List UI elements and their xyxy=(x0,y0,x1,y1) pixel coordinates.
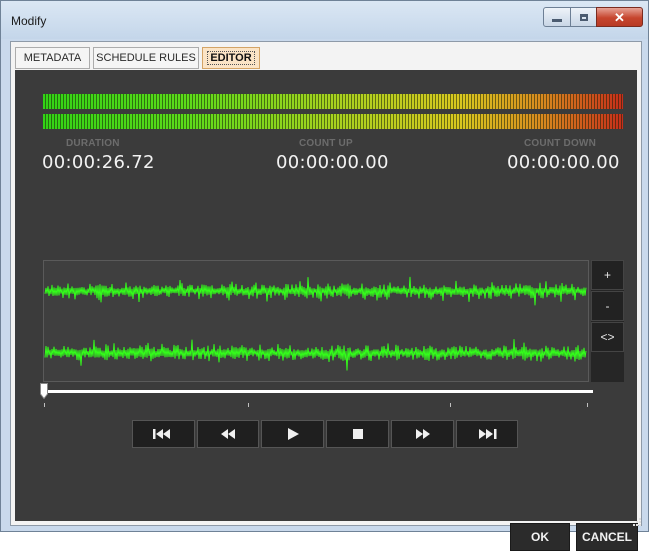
position-track[interactable] xyxy=(43,390,593,393)
play-button[interactable] xyxy=(261,420,324,448)
tab-editor-label: EDITOR xyxy=(207,51,255,65)
count-down-value: 00:00:00.00 xyxy=(507,152,620,173)
skip-to-start-button[interactable] xyxy=(132,420,195,448)
skip-forward-icon xyxy=(479,429,497,439)
rewind-button[interactable] xyxy=(197,420,259,448)
window-title: Modify xyxy=(11,14,47,28)
close-button[interactable]: ✕ xyxy=(596,7,643,27)
duration-value: 00:00:26.72 xyxy=(42,152,155,173)
position-slider-handle[interactable] xyxy=(40,383,48,399)
waveform-channel-right xyxy=(44,339,587,371)
zoom-out-button[interactable]: - xyxy=(591,291,624,321)
level-meter-left xyxy=(43,94,623,109)
count-up-value: 00:00:00.00 xyxy=(276,152,389,173)
editor-panel: DURATION 00:00:26.72 COUNT UP 00:00:00.0… xyxy=(15,70,638,551)
timeline-tick xyxy=(587,403,588,407)
play-icon xyxy=(287,428,299,440)
maximize-icon xyxy=(579,13,588,21)
skip-back-icon xyxy=(152,429,170,439)
count-up-label: COUNT UP xyxy=(299,138,353,149)
dialog-content: METADATA SCHEDULE RULES EDITOR DURATION … xyxy=(10,41,642,551)
timeline-tick xyxy=(450,403,451,407)
level-meter-right xyxy=(43,114,623,129)
timeline-tick xyxy=(44,403,45,407)
minimize-button[interactable] xyxy=(543,7,571,27)
close-icon: ✕ xyxy=(614,9,625,25)
resize-grip-icon[interactable] xyxy=(630,515,642,527)
zoom-fit-button[interactable]: <> xyxy=(591,322,624,352)
stop-button[interactable] xyxy=(326,420,389,448)
title-bar[interactable]: Modify ✕ xyxy=(1,1,648,39)
tab-schedule-rules[interactable]: SCHEDULE RULES xyxy=(93,47,199,69)
tab-editor[interactable]: EDITOR xyxy=(202,47,260,69)
fast-forward-button[interactable] xyxy=(391,420,454,448)
tab-metadata[interactable]: METADATA xyxy=(15,47,90,69)
minimize-icon xyxy=(552,19,562,22)
ok-button[interactable]: OK xyxy=(510,523,570,551)
stop-icon xyxy=(352,429,363,439)
rewind-icon xyxy=(221,429,235,439)
waveform-graphic xyxy=(44,276,587,371)
count-down-label: COUNT DOWN xyxy=(524,138,596,149)
maximize-button[interactable] xyxy=(570,7,597,27)
waveform-display[interactable] xyxy=(43,260,589,382)
timeline-tick xyxy=(248,403,249,407)
duration-label: DURATION xyxy=(66,138,120,149)
zoom-in-button[interactable]: + xyxy=(591,260,624,290)
cancel-button[interactable]: CANCEL xyxy=(576,523,638,551)
zoom-controls: + - <> xyxy=(591,260,624,382)
waveform-channel-left xyxy=(44,276,587,306)
skip-to-end-button[interactable] xyxy=(456,420,518,448)
fast-forward-icon xyxy=(415,429,430,439)
modify-dialog: Modify ✕ METADATA SCHEDULE RULES EDITOR … xyxy=(0,0,649,551)
